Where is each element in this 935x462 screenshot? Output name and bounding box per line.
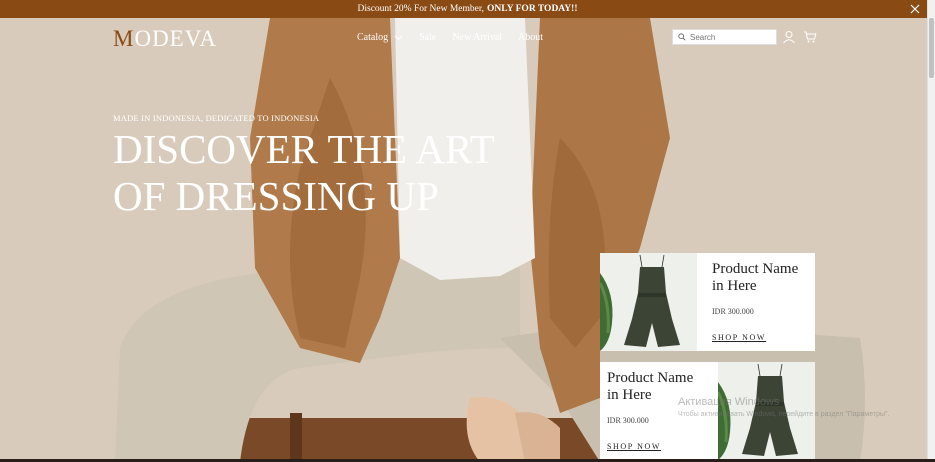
product-info: Product Name in Here IDR 300.000 SHOP NO… xyxy=(697,253,815,351)
product-card[interactable]: Product Name in Here IDR 300.000 SHOP NO… xyxy=(600,253,815,351)
scrollbar[interactable] xyxy=(927,0,935,462)
cart-icon[interactable] xyxy=(803,30,817,44)
nav-new-arrival[interactable]: New Arrival xyxy=(452,32,502,43)
nav-catalog-label: Catalog xyxy=(357,32,389,43)
search-box[interactable] xyxy=(672,29,777,45)
announcement-bar: Discount 20% For New Member, ONLY FOR TO… xyxy=(0,0,935,18)
os-activation-watermark: Активация Windows Чтобы активировать Win… xyxy=(678,396,889,418)
announcement-bold: ONLY FOR TODAY!! xyxy=(487,4,578,14)
nav-catalog[interactable]: Catalog xyxy=(357,32,403,43)
logo-initial: M xyxy=(113,26,135,51)
hero-headline: DISCOVER THE ART OF DRESSING UP xyxy=(113,126,495,219)
watermark-subtitle: Чтобы активировать Windows, перейдите в … xyxy=(678,411,890,418)
brand-logo[interactable]: MODEVA xyxy=(113,26,217,52)
scrollbar-thumb[interactable] xyxy=(929,18,934,78)
romper-image xyxy=(600,253,697,351)
nav-about-label: About xyxy=(518,32,544,43)
shop-now-link[interactable]: SHOP NOW xyxy=(607,442,661,451)
user-icon[interactable] xyxy=(782,30,796,44)
announcement-text: Discount 20% For New Member, xyxy=(357,4,485,14)
search-input[interactable] xyxy=(690,32,770,42)
chevron-down-icon xyxy=(394,35,403,40)
product-price: IDR 300.000 xyxy=(712,307,754,316)
nav-sale[interactable]: Sale xyxy=(419,32,436,43)
logo-rest: ODEVA xyxy=(134,26,217,51)
watermark-title: Активация Windows xyxy=(678,396,780,408)
hero-tagline: MADE IN INDONESIA, DEDICATED TO INDONESI… xyxy=(113,113,320,123)
nav-sale-label: Sale xyxy=(419,32,437,43)
shop-now-link[interactable]: SHOP NOW xyxy=(712,333,766,342)
product-name[interactable]: Product Name in Here xyxy=(712,261,805,295)
product-image[interactable] xyxy=(600,253,697,351)
nav-about[interactable]: About xyxy=(518,32,543,43)
nav-new-arrival-label: New Arrival xyxy=(452,32,503,43)
close-icon[interactable] xyxy=(909,3,921,15)
main-nav: Catalog Sale New Arrival About xyxy=(357,32,559,43)
search-icon xyxy=(678,33,686,41)
